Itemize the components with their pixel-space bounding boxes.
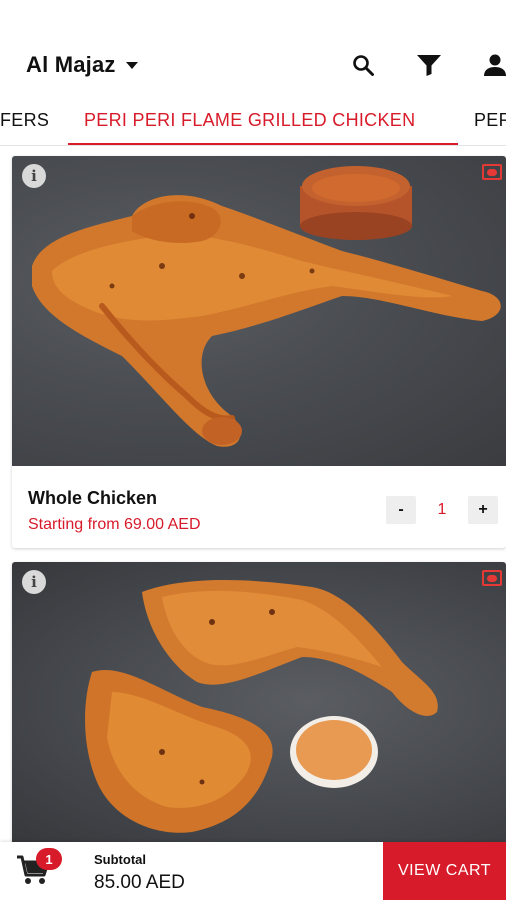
product-name: Whole Chicken: [28, 488, 158, 508]
account-icon[interactable]: [482, 52, 506, 78]
category-tabs: FERS PERI PERI FLAME GRILLED CHICKEN PER: [0, 100, 506, 146]
product-card[interactable]: i Whole Chicken Starting from 69.00 AED …: [12, 156, 506, 548]
subtotal-label: Subtotal: [94, 852, 146, 867]
tab-offers[interactable]: FERS: [0, 110, 49, 131]
increase-quantity-button[interactable]: +: [468, 496, 498, 524]
info-icon[interactable]: i: [22, 570, 46, 594]
non-veg-badge-icon: [482, 570, 502, 586]
product-image: i: [12, 156, 506, 466]
cart-bar: 1 Subtotal 85.00 AED VIEW CART: [0, 842, 506, 900]
decrease-quantity-button[interactable]: -: [386, 496, 416, 524]
cart-count-badge: 1: [36, 848, 62, 870]
location-label: Al Majaz: [26, 52, 116, 77]
tab-next[interactable]: PER: [474, 110, 506, 131]
location-selector[interactable]: Al Majaz: [26, 52, 138, 78]
product-details: Whole Chicken Starting from 69.00 AED - …: [12, 466, 506, 548]
product-price: Starting from 69.00 AED: [28, 516, 201, 533]
product-image: i: [12, 562, 506, 842]
filter-icon[interactable]: [416, 52, 442, 78]
quantity-stepper: - 1 +: [386, 496, 498, 524]
quantity-value: 1: [437, 501, 447, 518]
info-icon[interactable]: i: [22, 164, 46, 188]
active-tab-indicator: [68, 143, 458, 145]
app-header: Al Majaz: [0, 0, 506, 100]
caret-down-icon: [125, 61, 138, 69]
search-icon[interactable]: [350, 52, 376, 78]
subtotal-value: 85.00 AED: [94, 872, 185, 893]
non-veg-badge-icon: [482, 164, 502, 180]
tab-peri-peri-chicken[interactable]: PERI PERI FLAME GRILLED CHICKEN: [84, 110, 415, 131]
view-cart-button[interactable]: VIEW CART: [383, 842, 506, 900]
product-card[interactable]: i: [12, 562, 506, 852]
